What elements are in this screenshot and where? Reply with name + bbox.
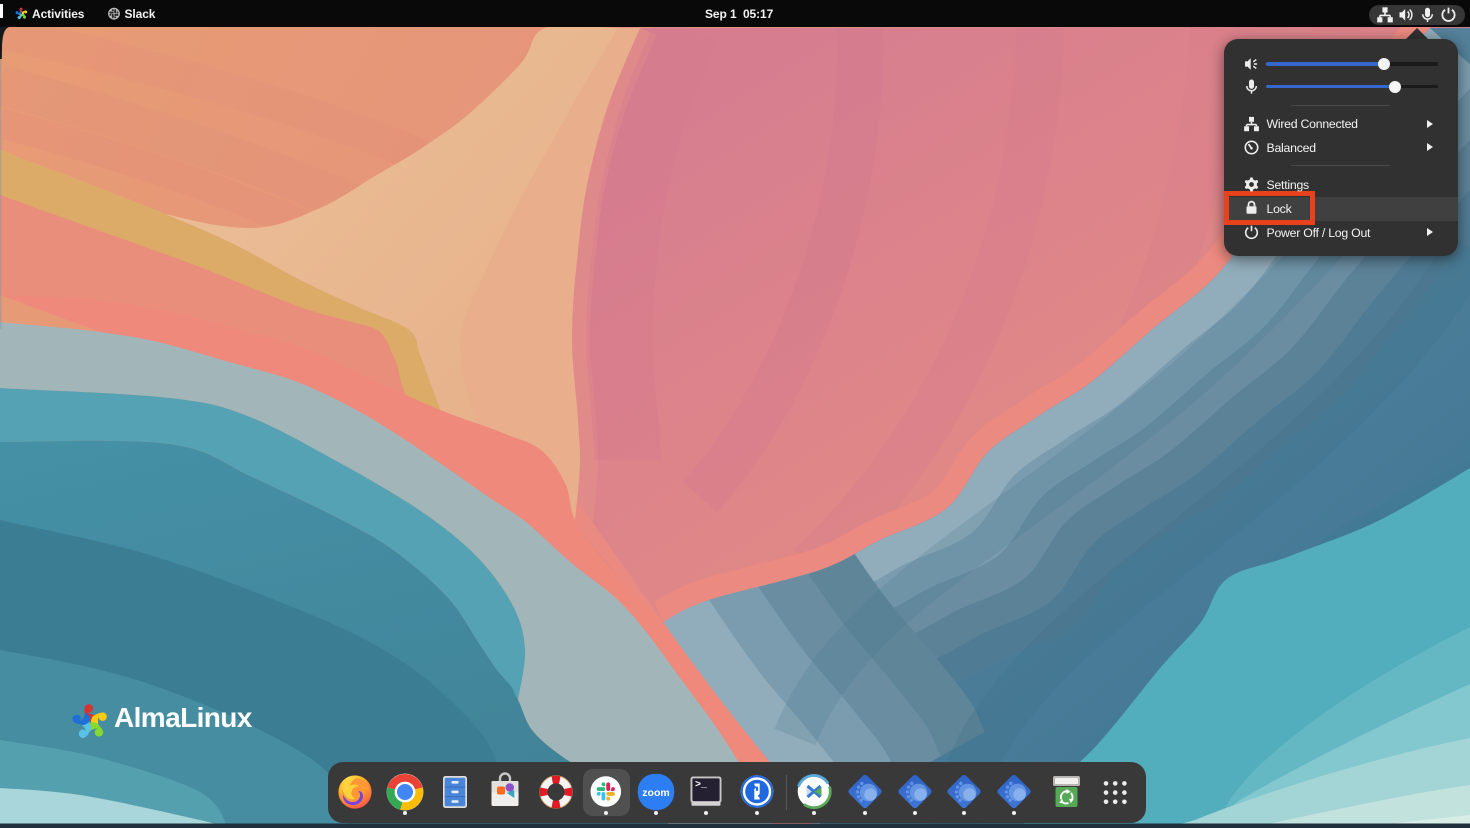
svg-text:zoom: zoom — [642, 787, 669, 799]
svg-text:>_: >_ — [695, 780, 708, 791]
